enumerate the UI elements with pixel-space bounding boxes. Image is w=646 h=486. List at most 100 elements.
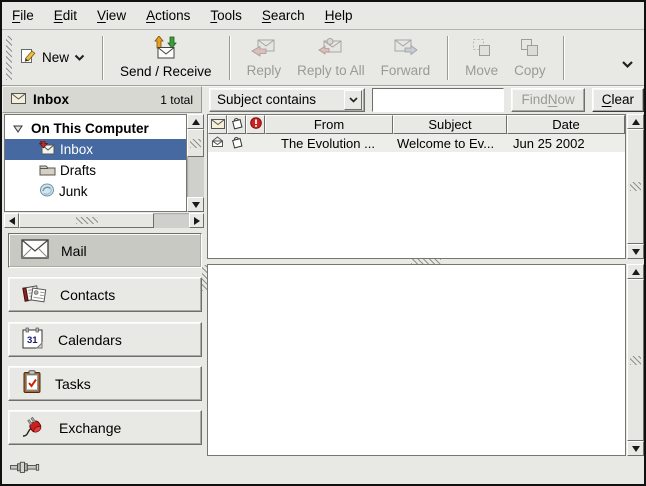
send-receive-icon — [153, 36, 179, 62]
tasks-icon — [21, 370, 43, 397]
send-receive-button[interactable]: Send / Receive — [112, 33, 220, 82]
clear-button[interactable]: Clear — [592, 88, 644, 112]
menu-help[interactable]: Help — [315, 4, 363, 27]
menu-tools[interactable]: Tools — [200, 4, 252, 27]
evolution-window: File Edit View Actions Tools Search Help… — [0, 0, 646, 486]
reply-all-label: Reply to All — [297, 63, 365, 78]
drafts-folder-icon — [39, 163, 56, 179]
message-status-icon — [211, 117, 225, 132]
shortcut-label: Contacts — [60, 287, 115, 303]
folder-tree-vertical-scrollbar[interactable] — [187, 114, 204, 212]
copy-button[interactable]: Copy — [506, 34, 554, 81]
shortcut-label: Mail — [61, 243, 87, 259]
menu-view[interactable]: View — [87, 4, 136, 27]
contacts-icon — [21, 282, 48, 308]
shortcut-label: Tasks — [55, 376, 91, 392]
preview-pane[interactable] — [207, 264, 626, 456]
preview-scrollbar[interactable] — [627, 264, 644, 456]
junk-folder-icon — [39, 183, 55, 200]
attachment-icon — [230, 116, 244, 133]
tree-node-junk[interactable]: Junk — [5, 181, 186, 202]
importance-icon — [250, 117, 262, 132]
forward-icon — [393, 37, 418, 61]
folder-tree-horizontal-scrollbar[interactable] — [4, 213, 204, 228]
scroll-right-arrow[interactable] — [189, 213, 204, 228]
scroll-down-arrow[interactable] — [187, 197, 204, 212]
tree-node-inbox[interactable]: Inbox — [5, 139, 186, 160]
reply-to-all-button[interactable]: Reply to All — [289, 34, 373, 81]
expander-triangle-icon[interactable] — [13, 121, 23, 136]
toolbar-overflow-button[interactable] — [621, 42, 634, 74]
calendars-icon: 31 — [21, 327, 46, 353]
copy-icon — [519, 37, 540, 61]
tree-item-label: Inbox — [60, 142, 93, 157]
move-icon — [471, 37, 492, 61]
tree-node-drafts[interactable]: Drafts — [5, 160, 186, 181]
toolbar: New Send / Receive — [2, 30, 644, 86]
menu-search[interactable]: Search — [252, 4, 315, 27]
scroll-down-arrow[interactable] — [627, 441, 644, 456]
column-subject[interactable]: Subject — [393, 115, 507, 134]
column-from[interactable]: From — [265, 115, 393, 134]
chevron-down-icon — [344, 90, 362, 110]
send-receive-label: Send / Receive — [120, 64, 212, 79]
toolbar-separator — [229, 36, 230, 80]
folder-tree: On This Computer Inbox — [4, 114, 204, 212]
forward-label: Forward — [381, 63, 431, 78]
search-bar: Subject contains Find Now Clear — [209, 86, 644, 113]
message-list: From Subject Date — [207, 114, 626, 259]
message-from: The Evolution ... — [265, 136, 393, 151]
message-list-header: From Subject Date — [208, 115, 625, 134]
menu-file[interactable]: File — [2, 4, 44, 27]
message-date: Jun 25 2002 — [507, 136, 625, 151]
scroll-left-arrow[interactable] — [4, 213, 19, 228]
shortcut-exchange-button[interactable]: Exchange — [8, 410, 202, 445]
folder-title-bar: Inbox 1 total — [2, 86, 202, 113]
scroll-up-arrow[interactable] — [627, 264, 644, 279]
shortcut-tasks-button[interactable]: Tasks — [8, 366, 202, 401]
column-date[interactable]: Date — [507, 115, 625, 134]
tree-item-label: Drafts — [60, 163, 96, 178]
shortcut-calendars-button[interactable]: 31 Calendars — [8, 322, 202, 357]
shortcut-contacts-button[interactable]: Contacts — [8, 277, 202, 312]
column-message-status[interactable] — [208, 115, 227, 134]
search-criteria-select[interactable]: Subject contains — [209, 88, 365, 112]
message-list-scrollbar[interactable] — [627, 114, 644, 259]
scroll-up-arrow[interactable] — [627, 114, 644, 129]
new-button[interactable]: New — [12, 42, 93, 73]
scroll-up-arrow[interactable] — [187, 114, 204, 129]
menu-actions[interactable]: Actions — [136, 4, 200, 27]
exchange-icon — [21, 414, 47, 441]
move-button[interactable]: Move — [457, 34, 506, 81]
mail-icon — [21, 239, 49, 262]
reply-all-icon — [318, 37, 343, 61]
status-bar — [2, 456, 644, 484]
connector-online-icon[interactable] — [10, 461, 42, 479]
scroll-down-arrow[interactable] — [627, 244, 644, 259]
read-message-icon — [211, 136, 224, 151]
move-label: Move — [465, 63, 498, 78]
reply-button[interactable]: Reply — [239, 34, 290, 81]
forward-button[interactable]: Forward — [373, 34, 439, 81]
search-input[interactable] — [372, 88, 504, 112]
message-row[interactable]: The Evolution ... Welcome to Ev... Jun 2… — [208, 134, 625, 152]
reply-icon — [251, 37, 276, 61]
find-now-button[interactable]: Find Now — [511, 88, 584, 112]
new-button-label: New — [42, 50, 69, 65]
column-importance[interactable] — [246, 115, 265, 134]
tree-root-label: On This Computer — [31, 121, 149, 136]
envelope-icon — [11, 91, 26, 109]
new-message-icon — [20, 48, 37, 67]
chevron-down-icon — [74, 50, 85, 65]
folder-message-count: 1 total — [160, 93, 193, 107]
chevron-down-icon — [621, 56, 634, 73]
folder-title: Inbox — [33, 92, 69, 107]
tree-node-on-this-computer[interactable]: On This Computer — [5, 118, 186, 139]
shortcut-mail-button[interactable]: Mail — [8, 233, 202, 268]
menu-edit[interactable]: Edit — [44, 4, 87, 27]
tree-item-label: Junk — [59, 184, 88, 199]
inbox-folder-icon — [39, 141, 56, 158]
column-attachment[interactable] — [227, 115, 246, 134]
copy-label: Copy — [514, 63, 546, 78]
toolbar-separator — [102, 36, 103, 80]
